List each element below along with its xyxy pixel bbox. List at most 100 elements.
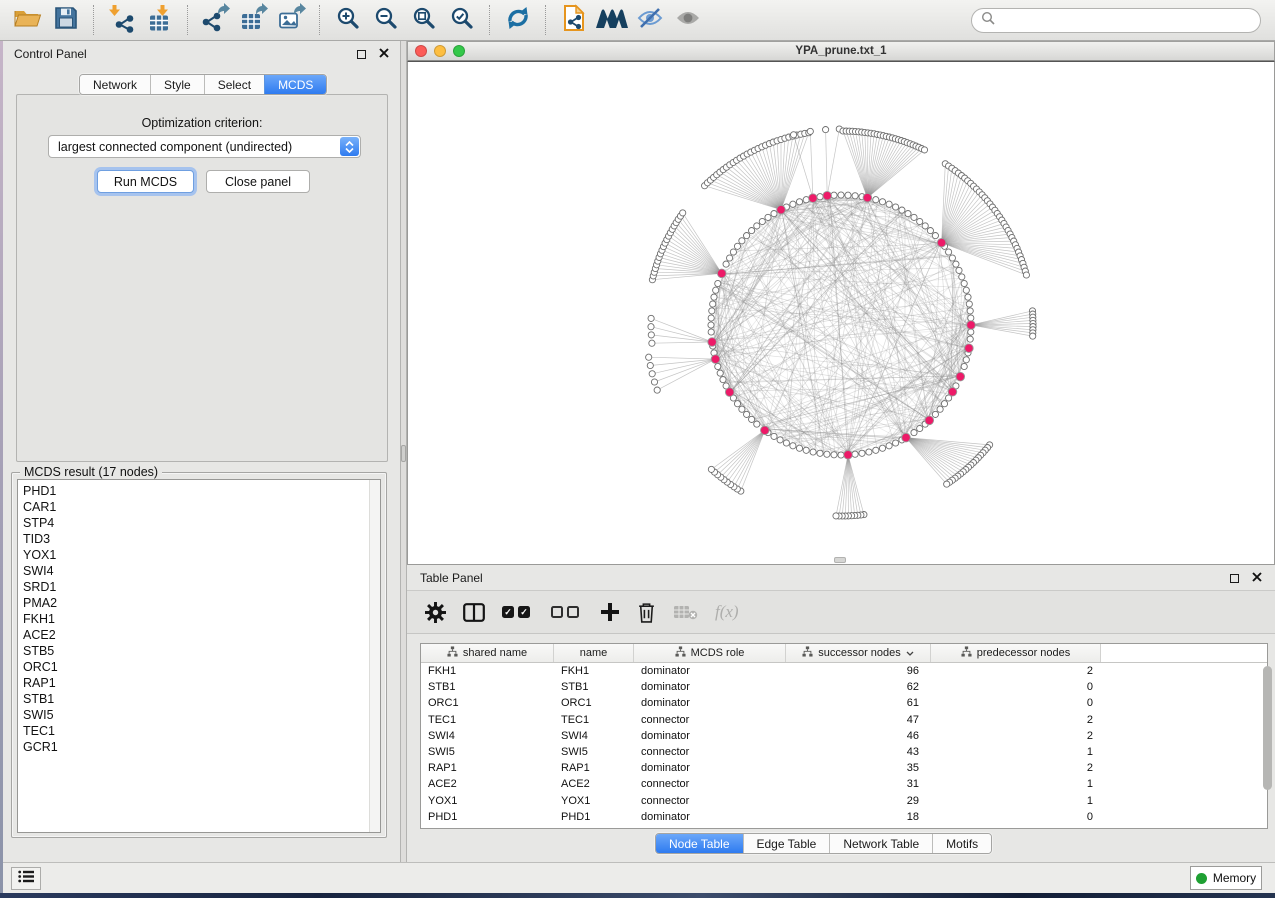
close-window-icon[interactable]	[415, 45, 427, 57]
cell-shared-name[interactable]: RAP1	[421, 762, 554, 774]
column-header-successor-nodes[interactable]: successor nodes	[786, 644, 931, 662]
cell-name[interactable]: ORC1	[554, 697, 634, 709]
mcds-result-item[interactable]: PMA2	[18, 595, 380, 611]
table-row[interactable]: YOX1YOX1connector291	[421, 793, 1267, 809]
cell-name[interactable]: SWI5	[554, 746, 634, 758]
clone-document-button[interactable]	[556, 3, 591, 37]
search-input[interactable]	[1001, 13, 1251, 27]
cell-successor-nodes[interactable]: 29	[786, 795, 931, 807]
cell-successor-nodes[interactable]: 35	[786, 762, 931, 774]
cell-mcds-role[interactable]: connector	[634, 746, 786, 758]
mcds-list-scrollbar[interactable]	[369, 480, 380, 832]
cell-predecessor-nodes[interactable]: 2	[931, 665, 1101, 677]
cell-mcds-role[interactable]: dominator	[634, 665, 786, 677]
table-row[interactable]: TEC1TEC1connector472	[421, 712, 1267, 728]
close-panel-icon[interactable]	[379, 47, 389, 61]
network-titlebar[interactable]: YPA_prune.txt_1	[407, 41, 1275, 61]
criterion-dropdown[interactable]: largest connected component (undirected)	[48, 135, 361, 158]
table-row[interactable]: SWI5SWI5connector431	[421, 744, 1267, 760]
close-panel-icon[interactable]	[1252, 571, 1262, 585]
cell-shared-name[interactable]: STB1	[421, 681, 554, 693]
table-scrollbar-thumb[interactable]	[1263, 666, 1272, 790]
cell-successor-nodes[interactable]: 61	[786, 697, 931, 709]
show-all-button[interactable]	[670, 3, 705, 37]
zoom-out-button[interactable]	[368, 3, 403, 37]
open-session-button[interactable]	[10, 3, 45, 37]
cell-predecessor-nodes[interactable]: 1	[931, 778, 1101, 790]
node-table[interactable]: shared namenameMCDS rolesuccessor nodesp…	[420, 643, 1268, 829]
cell-successor-nodes[interactable]: 47	[786, 714, 931, 726]
cell-predecessor-nodes[interactable]: 0	[931, 697, 1101, 709]
cell-predecessor-nodes[interactable]: 1	[931, 746, 1101, 758]
cell-name[interactable]: PHD1	[554, 811, 634, 823]
cell-name[interactable]: FKH1	[554, 665, 634, 677]
mcds-result-item[interactable]: PHD1	[18, 483, 380, 499]
tab-node-table[interactable]: Node Table	[656, 834, 743, 853]
hide-all-columns-button[interactable]	[551, 606, 583, 618]
cell-successor-nodes[interactable]: 96	[786, 665, 931, 677]
table-row[interactable]: ACE2ACE2connector311	[421, 776, 1267, 792]
cell-predecessor-nodes[interactable]: 2	[931, 730, 1101, 742]
mcds-result-item[interactable]: CAR1	[18, 499, 380, 515]
column-header-mcds-role[interactable]: MCDS role	[634, 644, 786, 662]
table-row[interactable]: PHD1PHD1dominator180	[421, 809, 1267, 825]
mcds-result-item[interactable]: SWI5	[18, 707, 380, 723]
mcds-result-item[interactable]: TID3	[18, 531, 380, 547]
float-panel-icon[interactable]	[1230, 574, 1239, 583]
refresh-button[interactable]	[500, 3, 535, 37]
mcds-result-item[interactable]: STP4	[18, 515, 380, 531]
cell-shared-name[interactable]: ACE2	[421, 778, 554, 790]
zoom-in-button[interactable]	[330, 3, 365, 37]
table-row[interactable]: RAP1RAP1dominator352	[421, 760, 1267, 776]
zoom-fit-button[interactable]	[406, 3, 441, 37]
cell-mcds-role[interactable]: connector	[634, 778, 786, 790]
mcds-result-item[interactable]: STB1	[18, 691, 380, 707]
cell-name[interactable]: SWI4	[554, 730, 634, 742]
cell-name[interactable]: STB1	[554, 681, 634, 693]
table-row[interactable]: ORC1ORC1dominator610	[421, 695, 1267, 711]
splitter-handle[interactable]	[401, 445, 406, 462]
float-panel-icon[interactable]	[357, 50, 366, 59]
first-neighbors-button[interactable]	[594, 3, 629, 37]
create-column-button[interactable]	[600, 602, 620, 622]
cell-name[interactable]: RAP1	[554, 762, 634, 774]
mcds-result-list[interactable]: PHD1CAR1STP4TID3YOX1SWI4SRD1PMA2FKH1ACE2…	[17, 479, 381, 833]
search-field[interactable]	[971, 8, 1261, 33]
delete-column-button[interactable]	[637, 602, 656, 623]
hide-selection-button[interactable]	[632, 3, 667, 37]
vertical-splitter[interactable]	[400, 41, 407, 862]
cell-shared-name[interactable]: ORC1	[421, 697, 554, 709]
cell-successor-nodes[interactable]: 43	[786, 746, 931, 758]
cell-successor-nodes[interactable]: 46	[786, 730, 931, 742]
column-header-predecessor-nodes[interactable]: predecessor nodes	[931, 644, 1101, 662]
mcds-result-item[interactable]: SWI4	[18, 563, 380, 579]
minimize-window-icon[interactable]	[434, 45, 446, 57]
tab-select[interactable]: Select	[204, 75, 264, 94]
cell-predecessor-nodes[interactable]: 1	[931, 795, 1101, 807]
network-canvas[interactable]	[407, 61, 1275, 565]
cell-mcds-role[interactable]: dominator	[634, 730, 786, 742]
tab-network-table[interactable]: Network Table	[829, 834, 932, 853]
split-pane-button[interactable]	[463, 603, 485, 622]
cell-predecessor-nodes[interactable]: 2	[931, 762, 1101, 774]
tab-motifs[interactable]: Motifs	[932, 834, 991, 853]
cell-successor-nodes[interactable]: 18	[786, 811, 931, 823]
column-header-name[interactable]: name	[554, 644, 634, 662]
run-mcds-button[interactable]: Run MCDS	[97, 170, 194, 193]
save-session-button[interactable]	[48, 3, 83, 37]
zoom-selected-button[interactable]	[444, 3, 479, 37]
cell-predecessor-nodes[interactable]: 2	[931, 714, 1101, 726]
cell-mcds-role[interactable]: dominator	[634, 681, 786, 693]
table-row[interactable]: FKH1FKH1dominator962	[421, 663, 1267, 679]
tab-edge-table[interactable]: Edge Table	[743, 834, 830, 853]
cell-shared-name[interactable]: SWI4	[421, 730, 554, 742]
export-network-button[interactable]	[198, 3, 233, 37]
show-all-columns-button[interactable]: ✓✓	[502, 606, 534, 618]
mcds-result-item[interactable]: YOX1	[18, 547, 380, 563]
cell-shared-name[interactable]: PHD1	[421, 811, 554, 823]
tab-mcds[interactable]: MCDS	[264, 75, 326, 94]
table-row[interactable]: SWI4SWI4dominator462	[421, 728, 1267, 744]
cell-name[interactable]: ACE2	[554, 778, 634, 790]
cell-successor-nodes[interactable]: 62	[786, 681, 931, 693]
memory-button[interactable]: Memory	[1190, 866, 1262, 890]
